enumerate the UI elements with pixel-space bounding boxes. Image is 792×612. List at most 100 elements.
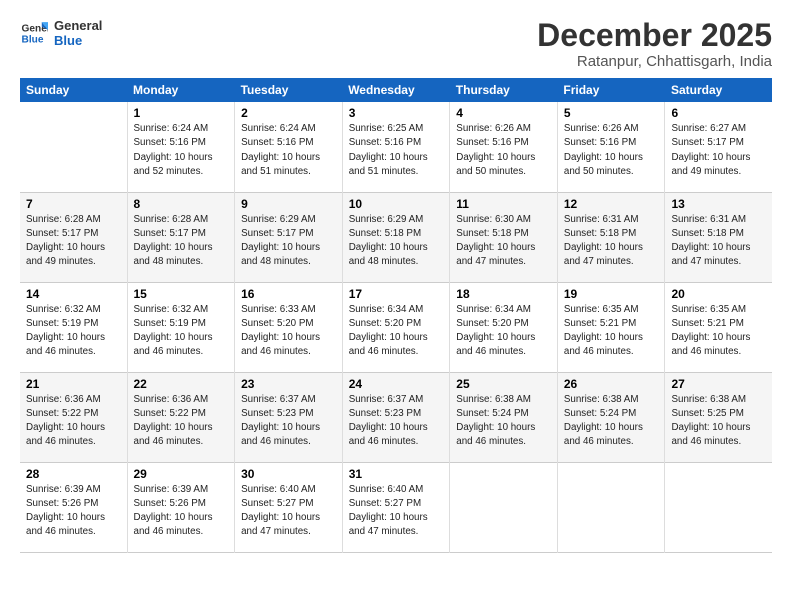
day-info: Sunrise: 6:34 AMSunset: 5:20 PMDaylight:… xyxy=(349,303,444,360)
weekday-header-row: SundayMondayTuesdayWednesdayThursdayFrid… xyxy=(20,78,772,102)
day-number: 5 xyxy=(564,106,659,120)
day-info: Sunrise: 6:30 AMSunset: 5:18 PMDaylight:… xyxy=(456,213,551,270)
calendar-cell: 9 Sunrise: 6:29 AMSunset: 5:17 PMDaylight… xyxy=(235,192,343,282)
weekday-header-friday: Friday xyxy=(557,78,665,102)
day-info: Sunrise: 6:27 AMSunset: 5:17 PMDaylight:… xyxy=(671,122,766,179)
day-info: Sunrise: 6:32 AMSunset: 5:19 PMDaylight:… xyxy=(134,303,229,360)
day-info: Sunrise: 6:32 AMSunset: 5:19 PMDaylight:… xyxy=(26,303,121,360)
day-number: 10 xyxy=(349,197,444,211)
day-info: Sunrise: 6:34 AMSunset: 5:20 PMDaylight:… xyxy=(456,303,551,360)
calendar-cell: 25 Sunrise: 6:38 AMSunset: 5:24 PMDayligh… xyxy=(450,372,558,462)
day-info: Sunrise: 6:39 AMSunset: 5:26 PMDaylight:… xyxy=(134,483,229,540)
day-number: 7 xyxy=(26,197,121,211)
day-info: Sunrise: 6:26 AMSunset: 5:16 PMDaylight:… xyxy=(456,122,551,179)
day-info: Sunrise: 6:28 AMSunset: 5:17 PMDaylight:… xyxy=(26,213,121,270)
day-number: 14 xyxy=(26,287,121,301)
logo-icon: General Blue xyxy=(20,19,48,47)
day-info: Sunrise: 6:37 AMSunset: 5:23 PMDaylight:… xyxy=(349,393,444,450)
day-number: 20 xyxy=(671,287,766,301)
calendar-cell xyxy=(20,102,127,192)
day-info: Sunrise: 6:40 AMSunset: 5:27 PMDaylight:… xyxy=(241,483,336,540)
calendar-cell: 7 Sunrise: 6:28 AMSunset: 5:17 PMDaylight… xyxy=(20,192,127,282)
title-block: December 2025 Ratanpur, Chhattisgarh, In… xyxy=(537,18,772,70)
day-number: 2 xyxy=(241,106,336,120)
calendar-cell: 16 Sunrise: 6:33 AMSunset: 5:20 PMDayligh… xyxy=(235,282,343,372)
day-info: Sunrise: 6:35 AMSunset: 5:21 PMDaylight:… xyxy=(671,303,766,360)
calendar-cell: 17 Sunrise: 6:34 AMSunset: 5:20 PMDayligh… xyxy=(342,282,450,372)
day-number: 27 xyxy=(671,377,766,391)
day-info: Sunrise: 6:36 AMSunset: 5:22 PMDaylight:… xyxy=(134,393,229,450)
calendar-cell: 22 Sunrise: 6:36 AMSunset: 5:22 PMDayligh… xyxy=(127,372,235,462)
month-title: December 2025 xyxy=(537,18,772,53)
day-number: 23 xyxy=(241,377,336,391)
day-info: Sunrise: 6:31 AMSunset: 5:18 PMDaylight:… xyxy=(671,213,766,270)
day-number: 13 xyxy=(671,197,766,211)
calendar-cell: 18 Sunrise: 6:34 AMSunset: 5:20 PMDayligh… xyxy=(450,282,558,372)
calendar-cell: 24 Sunrise: 6:37 AMSunset: 5:23 PMDayligh… xyxy=(342,372,450,462)
day-number: 19 xyxy=(564,287,659,301)
calendar-cell: 20 Sunrise: 6:35 AMSunset: 5:21 PMDayligh… xyxy=(665,282,772,372)
day-info: Sunrise: 6:39 AMSunset: 5:26 PMDaylight:… xyxy=(26,483,121,540)
calendar-cell: 3 Sunrise: 6:25 AMSunset: 5:16 PMDaylight… xyxy=(342,102,450,192)
day-number: 17 xyxy=(349,287,444,301)
day-info: Sunrise: 6:36 AMSunset: 5:22 PMDaylight:… xyxy=(26,393,121,450)
day-info: Sunrise: 6:38 AMSunset: 5:24 PMDaylight:… xyxy=(456,393,551,450)
calendar-cell: 4 Sunrise: 6:26 AMSunset: 5:16 PMDaylight… xyxy=(450,102,558,192)
svg-text:Blue: Blue xyxy=(22,34,44,45)
day-info: Sunrise: 6:29 AMSunset: 5:17 PMDaylight:… xyxy=(241,213,336,270)
calendar-cell: 19Sunrise: 6:35 AMSunset: 5:21 PMDayligh… xyxy=(557,282,665,372)
day-number: 15 xyxy=(134,287,229,301)
day-number: 30 xyxy=(241,467,336,481)
logo-blue: Blue xyxy=(54,33,102,48)
calendar-cell xyxy=(665,462,772,552)
day-number: 22 xyxy=(134,377,229,391)
day-number: 4 xyxy=(456,106,551,120)
day-number: 31 xyxy=(349,467,444,481)
logo-general: General xyxy=(54,18,102,33)
day-number: 3 xyxy=(349,106,444,120)
weekday-header-thursday: Thursday xyxy=(450,78,558,102)
day-info: Sunrise: 6:31 AMSunset: 5:18 PMDaylight:… xyxy=(564,213,659,270)
calendar-cell: 2 Sunrise: 6:24 AMSunset: 5:16 PMDaylight… xyxy=(235,102,343,192)
calendar-cell: 14 Sunrise: 6:32 AMSunset: 5:19 PMDayligh… xyxy=(20,282,127,372)
calendar-cell: 10 Sunrise: 6:29 AMSunset: 5:18 PMDayligh… xyxy=(342,192,450,282)
weekday-header-saturday: Saturday xyxy=(665,78,772,102)
weekday-header-tuesday: Tuesday xyxy=(235,78,343,102)
day-info: Sunrise: 6:25 AMSunset: 5:16 PMDaylight:… xyxy=(349,122,444,179)
day-info: Sunrise: 6:38 AMSunset: 5:25 PMDaylight:… xyxy=(671,393,766,450)
day-number: 16 xyxy=(241,287,336,301)
calendar-cell: 13 Sunrise: 6:31 AMSunset: 5:18 PMDayligh… xyxy=(665,192,772,282)
day-info: Sunrise: 6:38 AMSunset: 5:24 PMDaylight:… xyxy=(564,393,659,450)
calendar-cell: 11 Sunrise: 6:30 AMSunset: 5:18 PMDayligh… xyxy=(450,192,558,282)
day-number: 29 xyxy=(134,467,229,481)
day-number: 18 xyxy=(456,287,551,301)
day-number: 21 xyxy=(26,377,121,391)
calendar-week-row: 1Sunrise: 6:24 AMSunset: 5:16 PMDaylight… xyxy=(20,102,772,192)
calendar-cell: 15 Sunrise: 6:32 AMSunset: 5:19 PMDayligh… xyxy=(127,282,235,372)
calendar-cell: 12 Sunrise: 6:31 AMSunset: 5:18 PMDayligh… xyxy=(557,192,665,282)
calendar-cell: 5 Sunrise: 6:26 AMSunset: 5:16 PMDaylight… xyxy=(557,102,665,192)
day-info: Sunrise: 6:28 AMSunset: 5:17 PMDaylight:… xyxy=(134,213,229,270)
calendar-week-row: 7 Sunrise: 6:28 AMSunset: 5:17 PMDaylight… xyxy=(20,192,772,282)
day-info: Sunrise: 6:33 AMSunset: 5:20 PMDaylight:… xyxy=(241,303,336,360)
day-info: Sunrise: 6:37 AMSunset: 5:23 PMDaylight:… xyxy=(241,393,336,450)
calendar-cell: 28Sunrise: 6:39 AMSunset: 5:26 PMDayligh… xyxy=(20,462,127,552)
calendar-week-row: 21 Sunrise: 6:36 AMSunset: 5:22 PMDayligh… xyxy=(20,372,772,462)
calendar-cell: 1Sunrise: 6:24 AMSunset: 5:16 PMDaylight… xyxy=(127,102,235,192)
day-number: 25 xyxy=(456,377,551,391)
logo: General Blue General Blue xyxy=(20,18,102,48)
day-info: Sunrise: 6:26 AMSunset: 5:16 PMDaylight:… xyxy=(564,122,659,179)
day-number: 24 xyxy=(349,377,444,391)
day-number: 9 xyxy=(241,197,336,211)
day-number: 11 xyxy=(456,197,551,211)
weekday-header-monday: Monday xyxy=(127,78,235,102)
day-info: Sunrise: 6:29 AMSunset: 5:18 PMDaylight:… xyxy=(349,213,444,270)
calendar-cell: 27 Sunrise: 6:38 AMSunset: 5:25 PMDayligh… xyxy=(665,372,772,462)
calendar-week-row: 14 Sunrise: 6:32 AMSunset: 5:19 PMDayligh… xyxy=(20,282,772,372)
calendar-cell: 31Sunrise: 6:40 AMSunset: 5:27 PMDayligh… xyxy=(342,462,450,552)
day-number: 26 xyxy=(564,377,659,391)
day-info: Sunrise: 6:24 AMSunset: 5:16 PMDaylight:… xyxy=(241,122,336,179)
calendar-cell: 6Sunrise: 6:27 AMSunset: 5:17 PMDaylight… xyxy=(665,102,772,192)
day-number: 12 xyxy=(564,197,659,211)
calendar-cell: 23 Sunrise: 6:37 AMSunset: 5:23 PMDayligh… xyxy=(235,372,343,462)
